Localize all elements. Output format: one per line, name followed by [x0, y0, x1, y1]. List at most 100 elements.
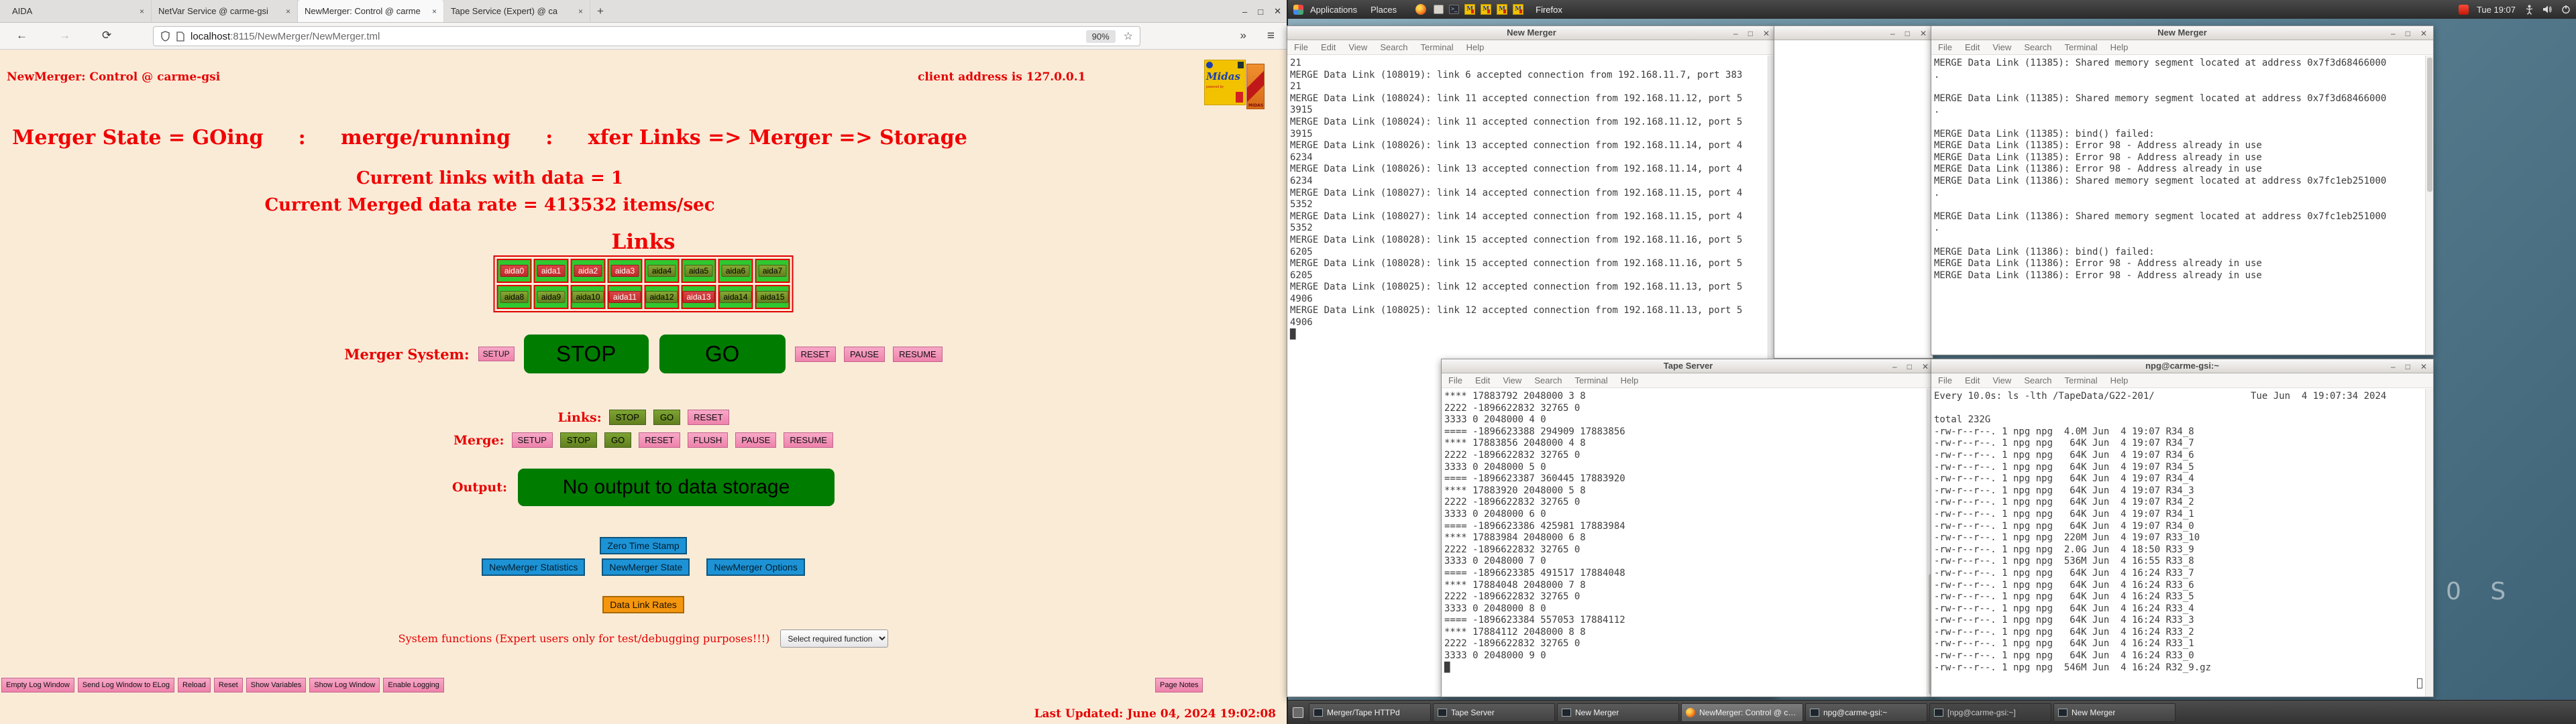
close-icon[interactable]: ✕ [1920, 29, 1927, 38]
firefox-launcher-icon[interactable] [1415, 4, 1427, 15]
zoom-level-badge[interactable]: 90% [1085, 29, 1116, 43]
menu-item[interactable]: Search [2024, 375, 2051, 385]
reload-icon[interactable]: ⟳ [102, 29, 111, 42]
link-button[interactable]: aida11 [608, 291, 641, 303]
footer-button[interactable]: Reload [178, 678, 211, 692]
scrollbar[interactable] [2425, 56, 2433, 355]
midas-launcher-icon[interactable]: M [1497, 4, 1508, 15]
minimize-icon[interactable]: – [1892, 362, 1897, 371]
merge-control-button[interactable]: FLUSH [687, 432, 729, 448]
menu-item[interactable]: View [1503, 375, 1521, 385]
midas-launcher-icon[interactable]: M [1481, 4, 1492, 15]
merge-control-button[interactable]: GO [604, 432, 632, 448]
page-notes-button[interactable]: Page Notes [1155, 678, 1203, 692]
tab-close-icon[interactable]: × [578, 7, 583, 16]
footer-button[interactable]: Send Log Window to ELog [77, 678, 175, 692]
window-titlebar[interactable]: New Merger – □ ✕ [1287, 26, 1776, 40]
scrollbar[interactable] [2425, 389, 2433, 697]
menu-item[interactable]: Terminal [1575, 375, 1608, 385]
browser-tab[interactable]: Tape Service (Expert) @ ca × [444, 0, 590, 22]
footer-button[interactable]: Show Variables [246, 678, 307, 692]
maximize-icon[interactable]: □ [1905, 29, 1910, 38]
taskbar-window-button[interactable]: Tape Server [1433, 703, 1555, 722]
back-icon[interactable]: ← [16, 29, 28, 42]
taskbar-window-button[interactable]: Merger/Tape HTTPd [1309, 703, 1431, 722]
menu-item[interactable]: Terminal [2065, 375, 2098, 385]
close-icon[interactable]: ✕ [1274, 6, 1281, 17]
window-titlebar[interactable]: – □ ✕ [1774, 26, 1933, 40]
merger-resume-button[interactable]: RESUME [893, 346, 943, 362]
menu-item[interactable]: View [1348, 42, 1367, 52]
shield-icon[interactable] [160, 31, 170, 42]
midas-launcher-icon[interactable]: M [1464, 4, 1476, 15]
links-control-button[interactable]: STOP [608, 410, 646, 425]
footer-button[interactable]: Enable Logging [383, 678, 444, 692]
menu-item[interactable]: File [1938, 375, 1952, 385]
maximize-icon[interactable]: □ [1907, 362, 1912, 371]
overflow-chevrons-icon[interactable]: » [1240, 29, 1246, 42]
link-button[interactable]: aida12 [645, 291, 678, 303]
hamburger-menu-icon[interactable]: ≡ [1267, 29, 1275, 44]
maximize-icon[interactable]: □ [1258, 7, 1263, 17]
menu-item[interactable]: Search [1534, 375, 1562, 385]
taskbar-window-button[interactable]: New Merger [1557, 703, 1679, 722]
tab-close-icon[interactable]: × [140, 7, 144, 16]
accessibility-icon[interactable] [2525, 5, 2534, 15]
link-button[interactable]: aida3 [610, 265, 639, 277]
menu-item[interactable]: Edit [1321, 42, 1336, 52]
power-icon[interactable] [2561, 5, 2571, 14]
applications-menu-icon[interactable] [1293, 4, 1303, 15]
midas-launcher-icon[interactable]: M [1513, 4, 1524, 15]
newmerger-statistics-button[interactable]: NewMerger Statistics [482, 558, 586, 576]
url-bar[interactable]: localhost:8115/NewMerger/NewMerger.tml 9… [153, 26, 1140, 46]
menu-item[interactable]: Terminal [1421, 42, 1454, 52]
footer-button[interactable]: Show Log Window [309, 678, 380, 692]
newmerger-state-button[interactable]: NewMerger State [602, 558, 690, 576]
menu-item[interactable]: Help [2110, 42, 2129, 52]
notification-alert-icon[interactable] [2458, 4, 2469, 15]
minimize-icon[interactable]: – [2391, 362, 2396, 371]
show-desktop-icon[interactable] [1293, 707, 1303, 718]
maximize-icon[interactable]: □ [1748, 29, 1753, 38]
menu-item[interactable]: File [1938, 42, 1952, 52]
link-button[interactable]: aida13 [682, 291, 715, 303]
link-button[interactable]: aida0 [500, 265, 529, 277]
merger-reset-button[interactable]: RESET [794, 346, 836, 362]
close-icon[interactable]: ✕ [2420, 29, 2427, 38]
output-status-button[interactable]: No output to data storage [518, 469, 835, 506]
minimize-icon[interactable]: – [1733, 29, 1738, 38]
merge-control-button[interactable]: STOP [559, 432, 598, 448]
tab-close-icon[interactable]: × [286, 7, 290, 16]
maximize-icon[interactable]: □ [2406, 29, 2410, 38]
browser-tab[interactable]: AIDA × [5, 0, 152, 22]
footer-button[interactable]: Reset [213, 678, 243, 692]
window-titlebar[interactable]: Tape Server – □ ✕ [1442, 359, 1935, 373]
minimize-icon[interactable]: – [1890, 29, 1895, 38]
merge-control-button[interactable]: PAUSE [735, 432, 777, 448]
merger-stop-button[interactable]: STOP [523, 335, 649, 373]
merger-pause-button[interactable]: PAUSE [843, 346, 885, 362]
menu-item[interactable]: Help [1621, 375, 1639, 385]
focused-app-label[interactable]: Firefox [1536, 5, 1562, 15]
menu-item[interactable]: Edit [1965, 375, 1980, 385]
taskbar-window-button[interactable]: New Merger [2053, 703, 2176, 722]
maximize-icon[interactable]: □ [2406, 362, 2410, 371]
menu-item[interactable]: Help [2110, 375, 2129, 385]
volume-icon[interactable] [2542, 5, 2553, 14]
minimize-icon[interactable]: – [2391, 29, 2396, 38]
panel-clock[interactable]: Tue 19:07 [2477, 5, 2516, 15]
menu-item[interactable]: File [1448, 375, 1462, 385]
link-button[interactable]: aida10 [572, 291, 604, 303]
taskbar-window-button[interactable]: [npg@carme-gsi:~] [1929, 703, 2051, 722]
menu-item[interactable]: Search [1380, 42, 1407, 52]
link-button[interactable]: aida4 [647, 265, 676, 277]
merger-go-button[interactable]: GO [659, 335, 786, 373]
forward-icon[interactable]: → [59, 29, 70, 42]
browser-tab[interactable]: NewMerger: Control @ carme × [298, 0, 444, 22]
new-tab-button[interactable]: + [590, 0, 610, 22]
menu-item[interactable]: Search [2024, 42, 2051, 52]
close-icon[interactable]: ✕ [2420, 362, 2427, 371]
window-titlebar[interactable]: npg@carme-gsi:~ – □ ✕ [1931, 359, 2433, 373]
link-button[interactable]: aida1 [537, 265, 566, 277]
menu-item[interactable]: View [1992, 375, 2011, 385]
